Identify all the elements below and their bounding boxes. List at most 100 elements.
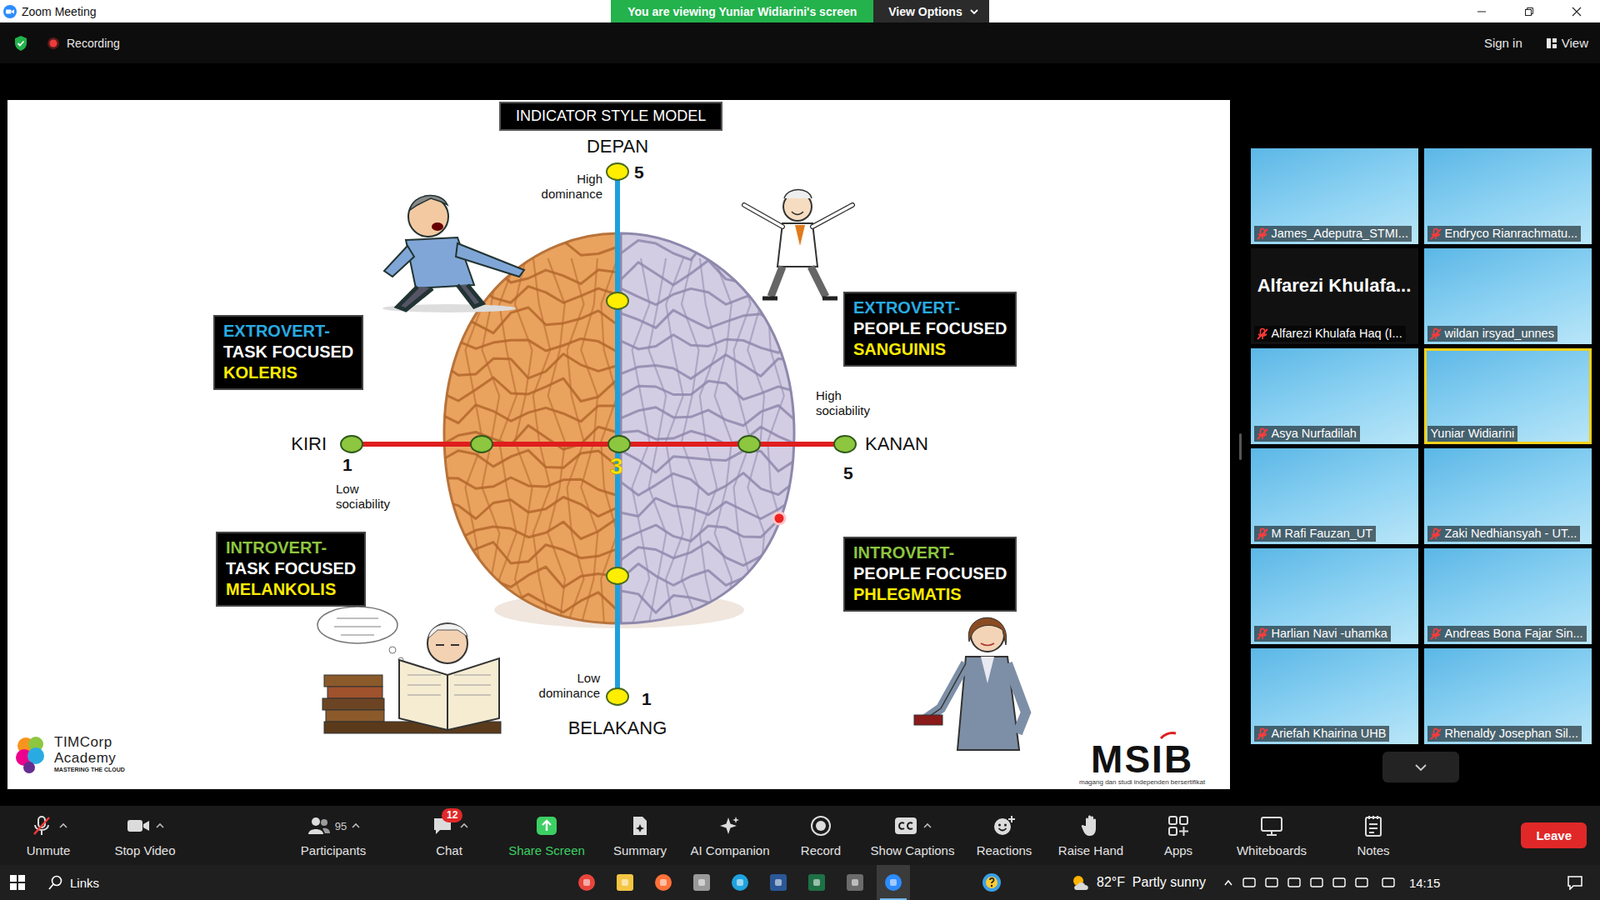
taskbar-app[interactable] (685, 865, 719, 900)
view-button[interactable]: View (1545, 35, 1589, 50)
leave-button[interactable]: Leave (1520, 822, 1587, 849)
chevron-down-icon[interactable] (969, 6, 980, 17)
minimize-button[interactable] (1457, 0, 1505, 23)
splitter-handle[interactable] (1239, 433, 1242, 460)
muted-mic-icon (1255, 627, 1270, 641)
axis-label-top: DEPAN (534, 135, 701, 158)
muted-mic-icon (1255, 427, 1270, 441)
toolbar-button[interactable]: Stop Video (101, 813, 189, 858)
caret-up-icon[interactable] (460, 822, 469, 830)
network-icon[interactable] (1241, 875, 1257, 890)
share-banner: You are viewing Yuniar Widiarini's scree… (610, 0, 989, 23)
participant-tile[interactable]: Yuniar Widiarini (1424, 348, 1592, 445)
sign-in-button[interactable]: Sign in (1484, 35, 1523, 50)
caret-up-icon[interactable] (923, 822, 932, 830)
captions-icon (893, 814, 919, 838)
msib-name: MSIB (1090, 740, 1194, 779)
muted-mic-icon (1429, 527, 1443, 541)
taskbar-app[interactable] (876, 865, 910, 900)
participant-tile[interactable]: Asya Nurfadilah (1250, 348, 1419, 445)
close-button[interactable] (1552, 0, 1600, 23)
taskbar-app[interactable] (761, 865, 795, 900)
search-icon[interactable] (48, 875, 64, 890)
toolbar-button[interactable]: Show Captions (869, 813, 956, 858)
axis-label-left: KIRI (260, 433, 327, 455)
view-options-label: View Options (888, 5, 962, 19)
caret-up-icon[interactable] (351, 822, 360, 830)
taskbar-app[interactable] (646, 865, 680, 900)
axis-value-left: 1 (342, 455, 353, 475)
participant-tile[interactable]: Andreas Bona Fajar Sin... (1424, 548, 1592, 645)
participant-tile[interactable]: Rhenaldy Josephan Sil... (1424, 648, 1592, 745)
view-options-button[interactable]: View Options (873, 0, 989, 23)
toolbar-button[interactable]: Whiteboards (1228, 813, 1315, 858)
toolbar-button[interactable]: Unmute (5, 813, 92, 858)
taskbar-search-label[interactable]: Links (70, 875, 570, 890)
notification-icon[interactable] (1566, 875, 1584, 890)
weather-text[interactable]: 82°F Partly sunny (1096, 875, 1206, 890)
next-page-button[interactable] (1382, 751, 1460, 783)
participant-tile[interactable]: Harlian Navi -uhamka (1250, 548, 1419, 645)
participant-name: James_Adeputra_STMI... (1271, 225, 1409, 242)
toolbar-button[interactable]: AI Companion (686, 813, 774, 858)
participant-label: Andreas Bona Fajar Sin... (1427, 625, 1587, 642)
participant-count: 95 (335, 820, 347, 833)
apps-icon (1165, 814, 1191, 838)
toolbar-button[interactable]: Notes (1330, 813, 1417, 858)
toolbar-button-label: AI Companion (690, 843, 770, 858)
taskbar-app[interactable] (800, 865, 834, 900)
windows-start-icon[interactable] (10, 875, 25, 890)
caret-up-icon[interactable] (155, 822, 165, 830)
caret-up-icon[interactable] (59, 822, 68, 830)
security-shield-icon[interactable] (13, 35, 29, 52)
taskbar-app[interactable] (838, 865, 872, 900)
participant-tile[interactable]: M Rafi Fauzan_UT (1250, 448, 1419, 545)
weather-icon[interactable] (1070, 873, 1092, 892)
taskbar-app[interactable] (570, 865, 604, 900)
display-icon[interactable] (1309, 875, 1325, 890)
battery-icon[interactable] (1331, 875, 1347, 890)
recording-indicator[interactable]: Recording (46, 36, 120, 50)
microphone-tray-icon[interactable] (1264, 875, 1280, 890)
taskbar-app[interactable] (723, 865, 757, 900)
toolbar-button-label: Chat (435, 843, 463, 858)
taskbar-clock[interactable]: 14:15 (1409, 875, 1441, 890)
restore-button[interactable] (1505, 0, 1553, 23)
volume-icon[interactable] (1286, 875, 1302, 890)
muted-mic-icon (1429, 727, 1443, 741)
toolbar-button[interactable]: 95Participants (290, 813, 377, 858)
toolbar-button-label: Raise Hand (1058, 843, 1124, 858)
app-icon (654, 873, 673, 892)
participant-tile[interactable]: Endryco Rianrachmatu... (1424, 148, 1592, 245)
participant-tile[interactable]: Alfarezi Khulafa...Alfarezi Khulafa Haq … (1250, 248, 1419, 345)
toolbar-button[interactable]: Reactions (960, 813, 1048, 858)
participant-tile[interactable]: wildan irsyad_unnes (1424, 248, 1592, 345)
toolbar-button[interactable]: Share Screen (503, 813, 590, 858)
participant-tile[interactable]: Zaki Nedhiansyah - UT... (1424, 448, 1592, 545)
panel-splitter (1230, 63, 1250, 806)
toolbar-button[interactable]: 12 Chat (405, 813, 493, 858)
axis-value-top: 5 (634, 162, 645, 183)
quadrant-type: KOLERIS (223, 362, 354, 384)
toolbar-button[interactable]: Apps (1135, 813, 1222, 858)
toolbar-button[interactable]: Record (777, 813, 865, 858)
minimize-icon (1476, 6, 1487, 17)
help-icon[interactable] (981, 872, 1002, 893)
taskbar-app[interactable] (608, 865, 642, 900)
toolbar-icon-row (1078, 813, 1104, 839)
axis-note-left: Low sociability (335, 481, 405, 512)
participant-tile[interactable]: Ariefah Khairina UHB (1250, 648, 1419, 745)
pen-icon[interactable] (1354, 875, 1370, 890)
app-icon (730, 873, 750, 892)
participant-tile[interactable]: James_Adeputra_STMI... (1250, 148, 1419, 245)
keyboard-icon[interactable] (1380, 875, 1396, 890)
toolbar-button[interactable]: Summary (596, 813, 684, 858)
participant-label: James_Adeputra_STMI... (1254, 225, 1412, 242)
tray-expand-icon[interactable] (1222, 876, 1235, 889)
toolbar-button[interactable]: Raise Hand (1047, 813, 1135, 858)
participant-name: Alfarezi Khulafa Haq (I... (1271, 325, 1403, 342)
toolbar-button-label: Share Screen (508, 843, 585, 858)
toolbar-icon-row: 12 (430, 813, 469, 839)
toolbar-icon-row (627, 813, 653, 839)
quadrant-line1: EXTROVERT- (223, 320, 354, 342)
